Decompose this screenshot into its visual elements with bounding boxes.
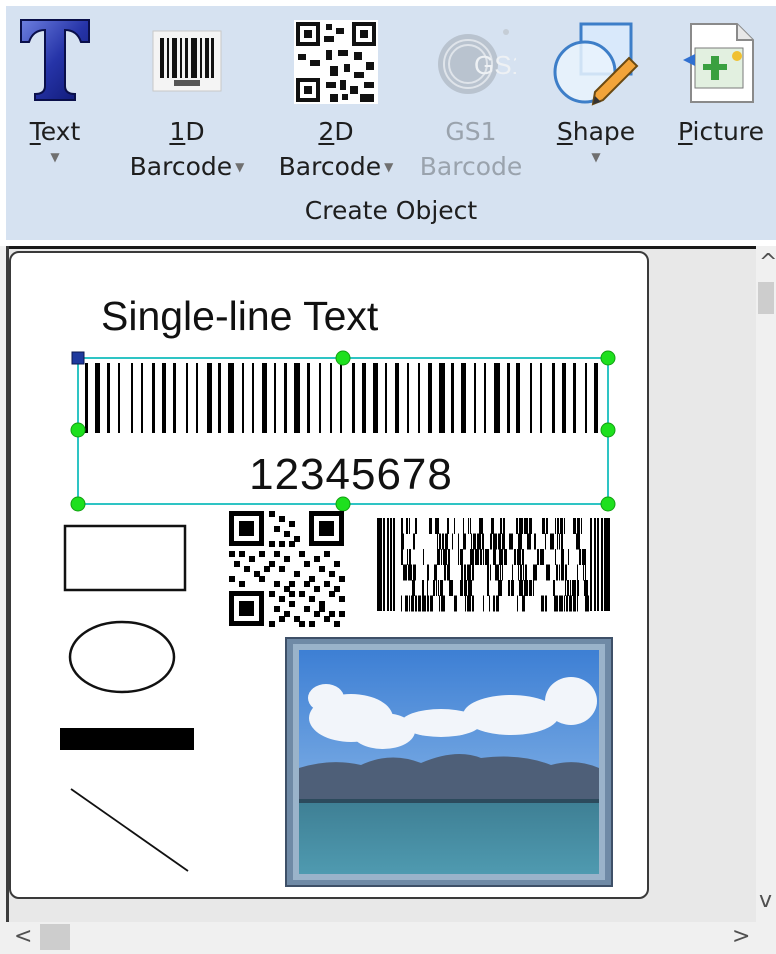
2d-barcode-button-label: 2D Barcode ▼: [278, 117, 394, 181]
rectangle-shape: [63, 524, 187, 592]
text-tool-icon: [17, 16, 93, 106]
1d-barcode-button-label: 1D Barcode ▼: [129, 117, 245, 181]
group-label: Create Object: [304, 196, 478, 225]
qr-code-icon: [294, 20, 378, 108]
2d-stacked-barcode-object: [377, 518, 610, 612]
line-shape: [70, 788, 189, 872]
filled-bar-shape: [60, 728, 194, 750]
gs1-logo-icon: GS1: [426, 20, 526, 110]
canvas-top-border: [6, 246, 756, 249]
vertical-scrollbar[interactable]: ^ v: [756, 246, 776, 922]
design-workarea: Single-line Text 12345678 ^ v < >: [0, 246, 776, 954]
gs1-barcode-button-label: GS1 Barcode: [419, 117, 523, 181]
label-graphics: [60, 350, 616, 887]
barcode-human-readable-text: 12345678: [249, 450, 453, 499]
1d-barcode-icon: [150, 28, 224, 98]
vertical-scroll-thumb[interactable]: [758, 282, 774, 314]
text-button[interactable]: Text ▼: [12, 6, 98, 196]
scroll-down-arrow-icon[interactable]: v: [759, 888, 772, 913]
picture-object: [285, 637, 613, 887]
scroll-left-arrow-icon[interactable]: <: [14, 924, 32, 949]
label-canvas[interactable]: Single-line Text 12345678: [9, 251, 649, 899]
barcode-bars: [85, 363, 598, 433]
gs1-barcode-button[interactable]: GS1 GS1 Barcode: [406, 6, 536, 196]
shape-button-label: Shape ▼: [556, 117, 636, 164]
ribbon-create-object-group: Text ▼ 1D Barcode ▼ 2D Barcode ▼ GS GS1 …: [6, 6, 776, 240]
horizontal-scrollbar[interactable]: < >: [0, 922, 776, 954]
anchor-handle: [71, 351, 85, 365]
text-button-label: Text ▼: [29, 117, 81, 164]
scroll-right-arrow-icon[interactable]: >: [732, 924, 750, 949]
1d-barcode-button[interactable]: 1D Barcode ▼: [118, 6, 256, 196]
picture-button[interactable]: Picture: [666, 6, 776, 196]
picture-button-label: Picture: [678, 117, 764, 146]
scroll-up-arrow-icon[interactable]: ^: [759, 250, 776, 275]
qr-code-object: [229, 511, 345, 627]
picture-icon: [681, 20, 761, 110]
horizontal-scroll-thumb[interactable]: [40, 924, 70, 950]
2d-barcode-button[interactable]: 2D Barcode ▼: [266, 6, 406, 196]
shape-button[interactable]: Shape ▼: [546, 6, 646, 196]
ellipse-shape: [68, 620, 176, 694]
svg-text:GS1: GS1: [474, 50, 516, 80]
shape-tool-icon: [551, 18, 641, 112]
